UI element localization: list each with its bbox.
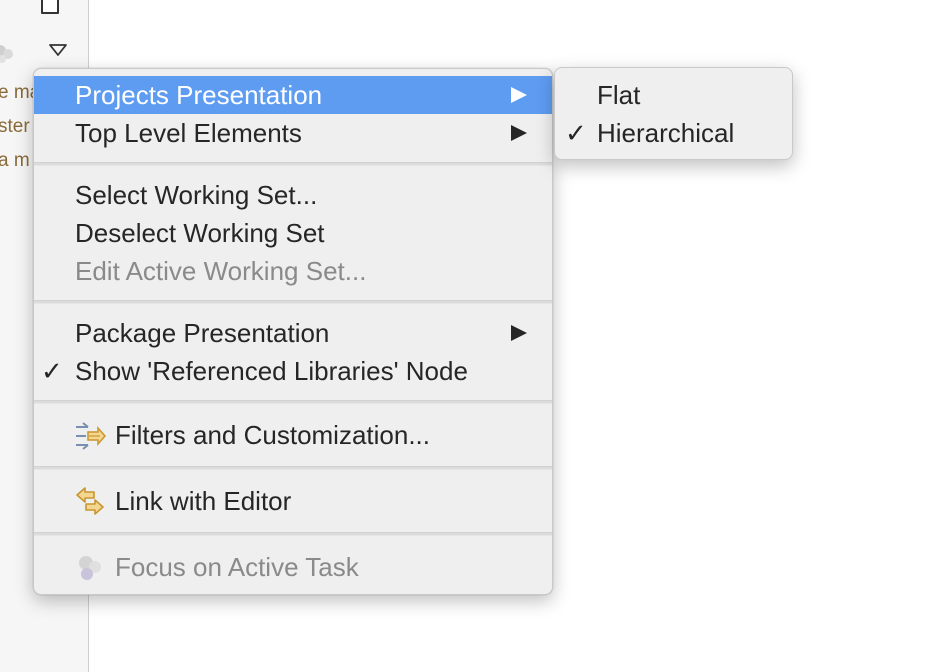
maximize-view-button[interactable] bbox=[41, 0, 59, 14]
background-text-3: a m bbox=[0, 150, 30, 171]
filters-icon bbox=[76, 422, 106, 450]
menu-item-label: Package Presentation bbox=[75, 318, 330, 348]
view-menu-chevron-icon[interactable] bbox=[48, 43, 68, 57]
submenu-item-flat[interactable]: Flat bbox=[555, 76, 792, 114]
menu-item-show-referenced-libraries[interactable]: ✓ Show 'Referenced Libraries' Node bbox=[34, 352, 552, 390]
submenu-item-hierarchical[interactable]: ✓ Hierarchical bbox=[555, 114, 792, 152]
submenu-arrow-icon bbox=[511, 325, 527, 341]
menu-item-label: Projects Presentation bbox=[75, 80, 323, 110]
menu-item-edit-active-working-set: Edit Active Working Set... bbox=[34, 252, 552, 290]
menu-separator bbox=[34, 400, 552, 404]
menu-item-top-level-elements[interactable]: Top Level Elements bbox=[34, 114, 552, 152]
menu-item-deselect-working-set[interactable]: Deselect Working Set bbox=[34, 214, 552, 252]
menu-item-label: Focus on Active Task bbox=[115, 552, 359, 582]
menu-item-label: Deselect Working Set bbox=[75, 218, 325, 248]
menu-item-package-presentation[interactable]: Package Presentation bbox=[34, 314, 552, 352]
menu-item-focus-on-active-task: Focus on Active Task bbox=[34, 548, 552, 586]
menu-separator bbox=[34, 300, 552, 304]
submenu-arrow-icon bbox=[511, 125, 527, 141]
menu-item-link-with-editor[interactable]: Link with Editor bbox=[34, 482, 552, 520]
menu-item-label: Link with Editor bbox=[115, 486, 292, 516]
checkmark-icon: ✓ bbox=[565, 118, 587, 148]
submenu-arrow-icon bbox=[511, 87, 527, 103]
checkmark-icon: ✓ bbox=[41, 356, 63, 386]
menu-separator bbox=[34, 162, 552, 166]
menu-separator bbox=[34, 532, 552, 536]
projects-presentation-submenu: Flat ✓ Hierarchical bbox=[554, 67, 793, 160]
background-text-2: ster bbox=[0, 116, 30, 137]
focus-task-icon bbox=[79, 556, 101, 580]
link-with-editor-icon bbox=[76, 487, 104, 515]
menu-item-label: Select Working Set... bbox=[75, 180, 318, 210]
menu-item-label: Filters and Customization... bbox=[115, 420, 431, 450]
menu-separator bbox=[34, 466, 552, 470]
menu-item-select-working-set[interactable]: Select Working Set... bbox=[34, 176, 552, 214]
submenu-item-label: Flat bbox=[597, 80, 641, 110]
menu-item-filters-and-customization[interactable]: Filters and Customization... bbox=[34, 416, 552, 454]
submenu-item-label: Hierarchical bbox=[597, 118, 735, 148]
menu-item-label: Top Level Elements bbox=[75, 118, 302, 148]
task-icon bbox=[0, 45, 13, 63]
menu-item-label: Show 'Referenced Libraries' Node bbox=[75, 356, 468, 386]
context-menu: Projects Presentation Top Level Elements… bbox=[33, 68, 553, 595]
menu-item-label: Edit Active Working Set... bbox=[75, 256, 367, 286]
menu-item-projects-presentation[interactable]: Projects Presentation bbox=[34, 76, 552, 114]
